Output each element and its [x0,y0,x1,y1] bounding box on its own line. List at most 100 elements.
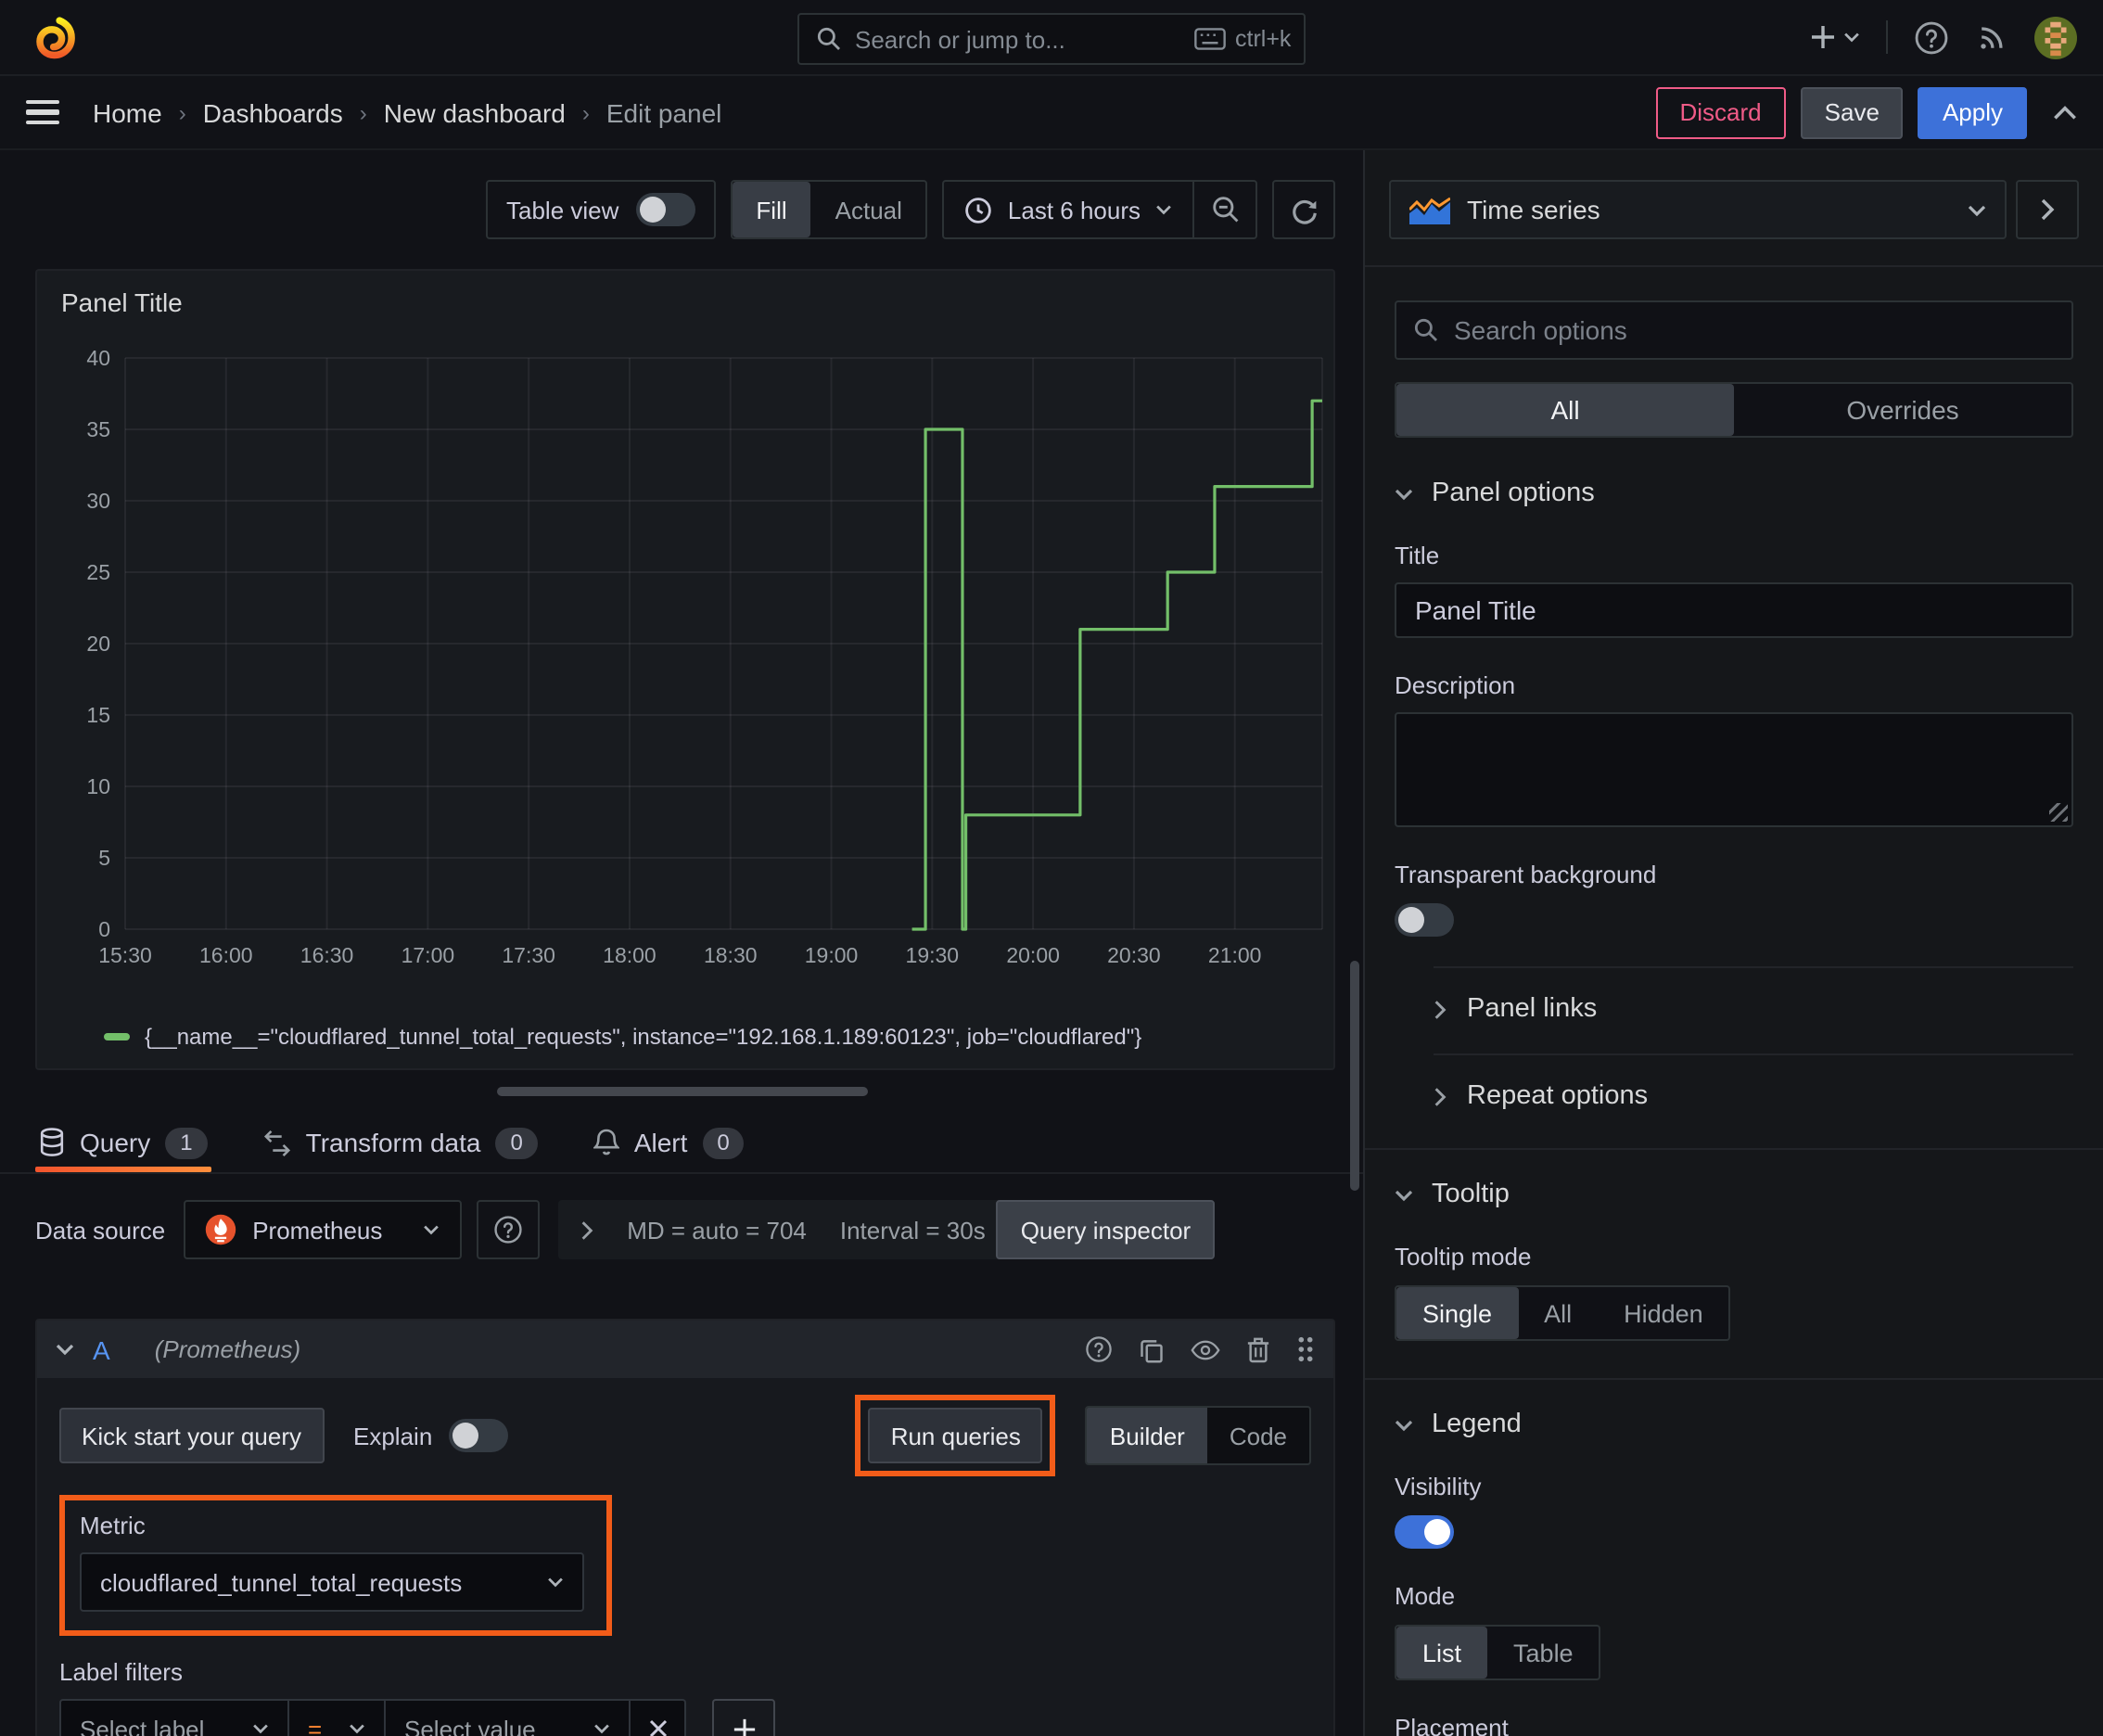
breadcrumb-separator: › [359,99,367,125]
actual-option[interactable]: Actual [811,182,926,237]
user-avatar[interactable] [2034,16,2077,58]
collapse-options-button[interactable] [2016,180,2079,239]
label-filter-label-select[interactable]: Select label [59,1699,289,1736]
apply-button[interactable]: Apply [1918,86,2027,138]
breadcrumb-home[interactable]: Home [93,97,162,127]
options-search-input[interactable] [1454,315,2055,345]
code-option[interactable]: Code [1207,1408,1309,1463]
visualization-picker[interactable]: Time series [1389,180,2007,239]
transform-count-badge: 0 [495,1127,538,1158]
breadcrumb-separator: › [178,99,186,125]
repeat-options-section[interactable]: Repeat options [1434,1053,2073,1111]
chevron-down-icon [1395,1418,1413,1431]
chevron-down-icon [1395,487,1413,500]
visualization-row: Time series [1365,150,2103,267]
legend-list-option[interactable]: List [1396,1627,1488,1679]
legend-visibility-toggle[interactable] [1395,1515,1454,1549]
tooltip-mode-label: Tooltip mode [1395,1243,1532,1270]
label-filter-value-select[interactable]: Select value [386,1699,631,1736]
datasource-label: Data source [35,1216,166,1244]
tooltip-single-option[interactable]: Single [1396,1287,1519,1339]
grafana-logo-icon[interactable] [26,12,76,62]
section-divider [1365,1148,2103,1150]
breadcrumb-edit-panel: Edit panel [605,97,722,127]
tab-alert[interactable]: Alert 0 [590,1113,748,1172]
chevron-right-icon [1434,999,1447,1019]
hide-query-icon[interactable] [1191,1338,1220,1360]
refresh-button[interactable] [1272,180,1335,239]
panel-options-header[interactable]: Panel options [1395,479,2073,508]
options-search[interactable] [1395,300,2073,360]
query-inspector-button[interactable]: Query inspector [996,1200,1216,1259]
label-filter-operator-select[interactable]: = [289,1699,386,1736]
delete-query-icon[interactable] [1246,1335,1270,1363]
transparent-background-label: Transparent background [1395,861,1657,888]
tooltip-section-header[interactable]: Tooltip [1395,1180,2073,1209]
prometheus-icon [204,1213,237,1246]
chevron-down-icon [350,1724,364,1734]
tab-query[interactable]: Query 1 [35,1113,211,1172]
kickstart-query-button[interactable]: Kick start your query [59,1408,324,1463]
chevron-right-icon [1434,1086,1447,1106]
panel-preview: Panel Title 0 5 10 15 20 25 30 35 40 15:30 16:00 16… [35,269,1335,1070]
panel-title-input[interactable] [1395,582,2073,638]
title-label: Title [1395,542,1440,569]
description-textarea[interactable] [1395,712,2073,827]
legend-table-option[interactable]: Table [1487,1627,1600,1679]
time-series-chart[interactable]: 0 5 10 15 20 25 30 35 40 15:30 16:00 16:30 17:00 17:3… [37,317,1335,970]
chevron-down-icon [424,1225,440,1235]
svg-text:19:30: 19:30 [906,943,960,967]
chevron-down-icon [594,1724,609,1734]
legend-series-label[interactable]: {__name__="cloudflared_tunnel_total_requ… [145,1024,1141,1050]
explain-toggle[interactable] [449,1419,509,1452]
zoom-out-button[interactable] [1192,182,1255,237]
tab-all[interactable]: All [1396,384,1734,436]
legend-section-header[interactable]: Legend [1395,1410,2073,1439]
remove-filter-button[interactable] [631,1699,686,1736]
breadcrumb-new-dashboard[interactable]: New dashboard [384,97,566,127]
menu-icon[interactable] [26,100,59,124]
tab-overrides[interactable]: Overrides [1734,384,2071,436]
legend-visibility-label: Visibility [1395,1473,1482,1500]
panel-links-section[interactable]: Panel links [1434,966,2073,1024]
legend-placement-label: Placement [1395,1714,1509,1736]
datasource-help-button[interactable] [477,1200,541,1259]
fill-option[interactable]: Fill [732,182,811,237]
table-view-toggle[interactable] [635,193,695,226]
builder-option[interactable]: Builder [1087,1408,1207,1463]
svg-text:40: 40 [86,346,110,370]
chart-legend: {__name__="cloudflared_tunnel_total_requ… [104,1024,1141,1050]
tab-transform-data[interactable]: Transform data 0 [260,1113,542,1172]
time-range-picker[interactable]: Last 6 hours [945,182,1192,237]
query-help-icon[interactable] [1085,1335,1113,1363]
news-rss-icon[interactable] [1975,20,2008,54]
run-queries-button[interactable]: Run queries [868,1408,1043,1463]
edit-pane: Table view Fill Actual Last 6 hours Pane… [0,150,1365,1736]
chevron-up-icon[interactable] [2053,105,2077,120]
new-menu-button[interactable] [1808,22,1860,52]
resize-grip-icon[interactable] [2049,803,2068,822]
tooltip-all-option[interactable]: All [1518,1287,1598,1339]
drag-handle-icon[interactable] [1296,1335,1315,1363]
tooltip-hidden-option[interactable]: Hidden [1598,1287,1729,1339]
breadcrumb-dashboards[interactable]: Dashboards [203,97,343,127]
search-input[interactable] [855,25,1181,53]
add-filter-button[interactable] [712,1699,775,1736]
datasource-picker[interactable]: Prometheus [184,1200,463,1259]
resize-handle[interactable] [496,1087,867,1096]
description-label: Description [1395,671,1516,699]
global-search[interactable]: ctrl+k [797,13,1306,65]
transparent-background-toggle[interactable] [1395,903,1454,937]
metric-select[interactable]: cloudflared_tunnel_total_requests [80,1552,584,1612]
keyboard-icon [1194,28,1226,50]
duplicate-query-icon[interactable] [1139,1336,1165,1362]
discard-button[interactable]: Discard [1655,86,1786,138]
save-button[interactable]: Save [1800,86,1904,138]
metric-label: Metric [80,1512,146,1539]
scrollbar-thumb[interactable] [1350,961,1359,1191]
help-icon[interactable] [1914,19,1949,55]
explain-control: Explain [353,1419,509,1452]
svg-text:5: 5 [98,846,110,870]
query-row-header[interactable]: A (Prometheus) [37,1321,1333,1378]
svg-text:20:00: 20:00 [1006,943,1060,967]
